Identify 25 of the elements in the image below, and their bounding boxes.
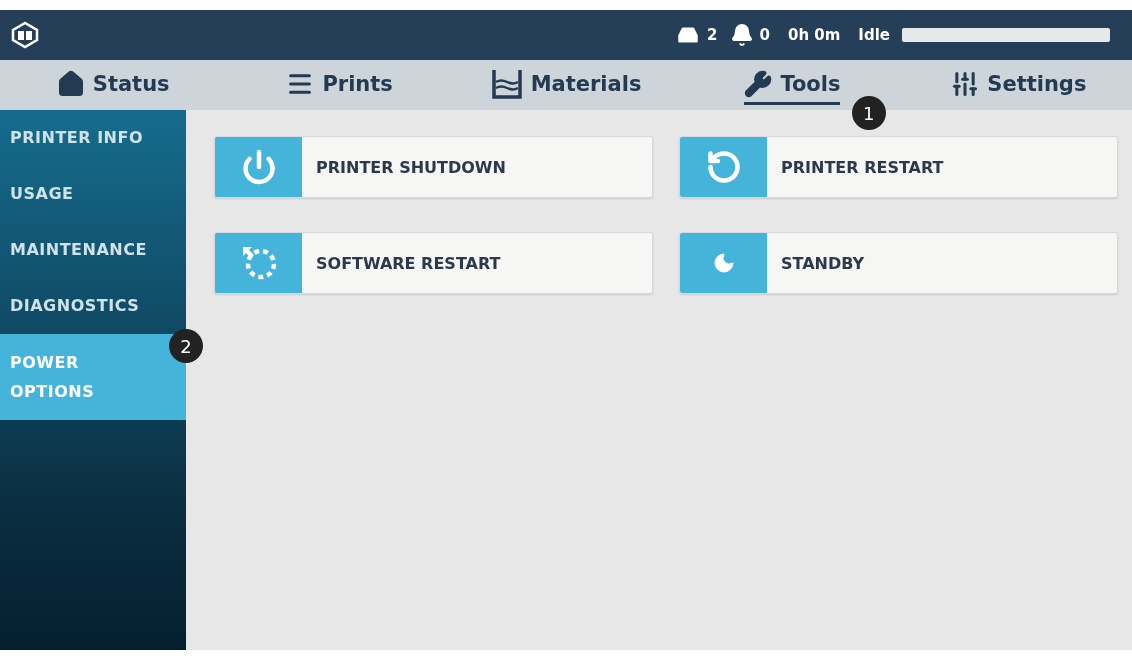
logo-icon [10,21,40,49]
sidebar-item[interactable]: MAINTENANCE [0,222,186,278]
action-button[interactable]: PRINTER SHUTDOWN [214,136,653,198]
sidebar-item[interactable]: PRINTER INFO [0,110,186,166]
callout-marker: 1 [851,96,886,130]
bell-icon [729,23,754,47]
home-icon [56,69,85,98]
sliders-icon [951,69,980,98]
container-icon [490,67,523,100]
nav-tab[interactable]: Prints [286,65,393,105]
print-time: 0h 0m [787,26,841,44]
nav-tab[interactable]: Tools [744,65,841,105]
nav-tab[interactable]: Status [56,65,170,105]
sidebar-item[interactable]: USAGE [0,166,186,222]
restart-icon [705,149,742,185]
nav-tab[interactable]: Materials [490,63,642,107]
action-button[interactable]: SOFTWARE RESTART [214,232,653,294]
wrench-icon [744,69,773,98]
tray-count: 2 [707,26,718,44]
action-button[interactable]: STANDBY [679,232,1118,294]
action-button[interactable]: PRINTER RESTART [679,136,1118,198]
printer-status: Idle [858,26,890,44]
notification-count: 0 [759,26,770,44]
power-icon [240,149,277,185]
nav-tab[interactable]: Settings [951,65,1087,105]
